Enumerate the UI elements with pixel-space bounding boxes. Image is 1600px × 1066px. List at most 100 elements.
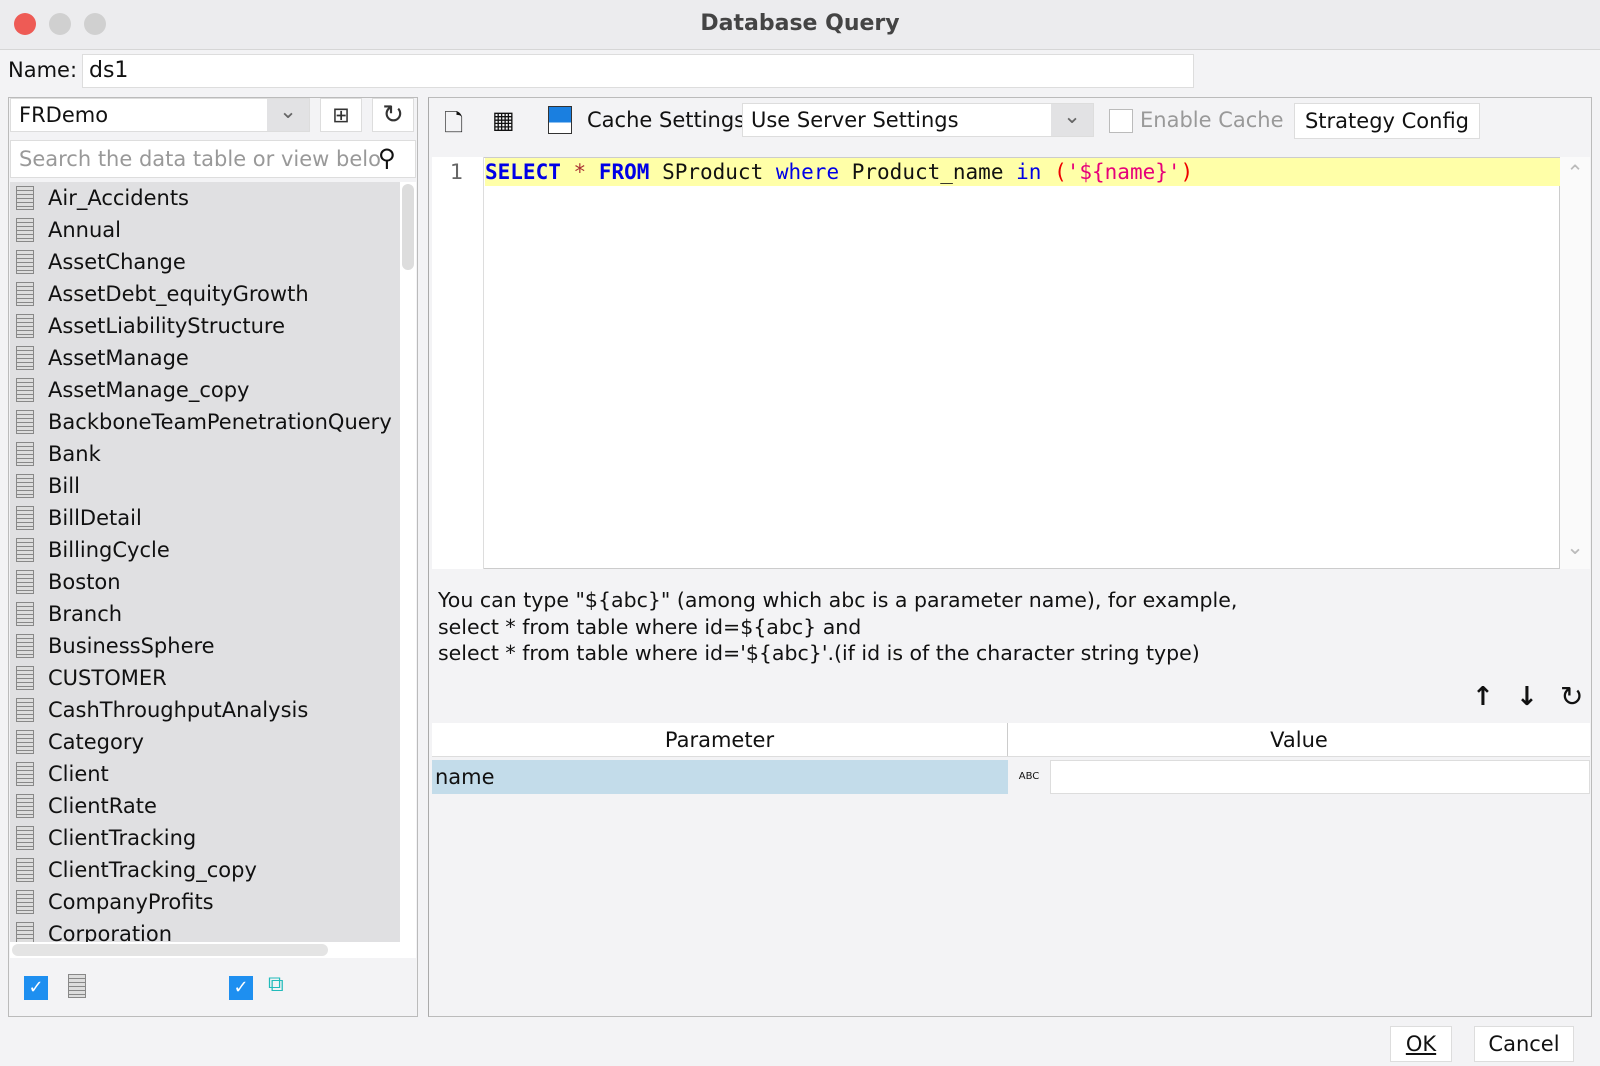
- list-item[interactable]: Air_Accidents: [10, 182, 416, 214]
- table-icon: [16, 730, 34, 754]
- refresh-params-icon[interactable]: ↻: [1560, 680, 1583, 713]
- table-icon: [16, 442, 34, 466]
- list-item[interactable]: AssetManage_copy: [10, 374, 416, 406]
- chevron-down-icon: ⌄: [267, 99, 309, 131]
- scroll-thumb[interactable]: [402, 184, 414, 270]
- params-header: Parameter Value: [432, 723, 1590, 757]
- star: *: [573, 160, 587, 184]
- table-name: Branch: [48, 602, 123, 626]
- line-number: 1: [450, 160, 464, 184]
- table-row[interactable]: name ABC: [432, 760, 1590, 794]
- table-icon: [16, 250, 34, 274]
- table-icon: [16, 890, 34, 914]
- list-item[interactable]: Annual: [10, 214, 416, 246]
- table-icon: [68, 974, 86, 998]
- table-name: AssetManage: [48, 346, 189, 370]
- sql-text[interactable]: SELECT * FROM SProduct where Product_nam…: [485, 158, 1193, 186]
- table-icon: [16, 378, 34, 402]
- strategy-config-button[interactable]: Strategy Config: [1294, 103, 1480, 139]
- table-name: BusinessSphere: [48, 634, 215, 658]
- kw-where: where: [775, 160, 840, 184]
- kw-from: FROM: [598, 160, 650, 184]
- connection-value: FRDemo: [19, 103, 109, 127]
- table-name: BillingCycle: [48, 538, 170, 562]
- list-item[interactable]: BillingCycle: [10, 534, 416, 566]
- table-name: ClientTracking_copy: [48, 858, 257, 882]
- list-item[interactable]: Category: [10, 726, 416, 758]
- vertical-scrollbar[interactable]: [400, 182, 416, 942]
- scroll-down-icon[interactable]: ⌄: [1560, 535, 1590, 559]
- list-item[interactable]: ClientTracking_copy: [10, 854, 416, 886]
- sql-editor[interactable]: [432, 157, 1560, 569]
- table-name: AssetLiabilityStructure: [48, 314, 285, 338]
- table-icon: [16, 858, 34, 882]
- connection-select[interactable]: FRDemo ⌄: [10, 98, 310, 132]
- list-item[interactable]: AssetLiabilityStructure: [10, 310, 416, 342]
- show-tables-checkbox[interactable]: ✓: [24, 976, 48, 1000]
- string-literal: '${name}': [1066, 160, 1181, 184]
- name-label: Name:: [8, 58, 78, 82]
- table-name: Client: [48, 762, 109, 786]
- table-icon: [16, 698, 34, 722]
- ok-button[interactable]: OK: [1390, 1026, 1452, 1062]
- scroll-up-icon[interactable]: ⌃: [1560, 161, 1590, 185]
- scroll-thumb-h[interactable]: [12, 944, 328, 956]
- table-icon: [16, 282, 34, 306]
- search-icon[interactable]: ⚲: [378, 144, 396, 172]
- list-item[interactable]: ClientRate: [10, 790, 416, 822]
- editor-scrollbar[interactable]: ⌃ ⌄: [1560, 157, 1590, 569]
- paren-close: ): [1180, 160, 1194, 184]
- cancel-button[interactable]: Cancel: [1474, 1026, 1574, 1062]
- list-item[interactable]: CUSTOMER: [10, 662, 416, 694]
- list-item[interactable]: AssetChange: [10, 246, 416, 278]
- cache-icon: [548, 106, 572, 134]
- preview-icon[interactable]: 🗋: [444, 106, 463, 147]
- cache-settings-label: Cache Settings: [587, 108, 746, 132]
- list-item[interactable]: BusinessSphere: [10, 630, 416, 662]
- view-icon: ⧉: [268, 972, 284, 997]
- type-selector-icon[interactable]: ABC: [1008, 760, 1050, 794]
- list-item[interactable]: CompanyProfits: [10, 886, 416, 918]
- table-name: AssetDebt_equityGrowth: [48, 282, 309, 306]
- list-item[interactable]: Client: [10, 758, 416, 790]
- table-name: BackboneTeamPenetrationQuery: [48, 410, 392, 434]
- list-item[interactable]: Bank: [10, 438, 416, 470]
- sql-icon[interactable]: ▦: [492, 106, 515, 134]
- list-item[interactable]: Corporation: [10, 918, 416, 942]
- table-name: SProduct: [662, 160, 764, 184]
- table-name: ClientRate: [48, 794, 157, 818]
- list-item[interactable]: Bill: [10, 470, 416, 502]
- table-icon: [16, 410, 34, 434]
- table-icon: [16, 826, 34, 850]
- move-up-icon[interactable]: ↑: [1472, 682, 1494, 712]
- hint-line: You can type "${abc}" (among which abc i…: [438, 588, 1238, 612]
- list-item[interactable]: AssetDebt_equityGrowth: [10, 278, 416, 310]
- list-item[interactable]: BillDetail: [10, 502, 416, 534]
- list-item[interactable]: ClientTracking: [10, 822, 416, 854]
- list-item[interactable]: CashThroughputAnalysis: [10, 694, 416, 726]
- window-title: Database Query: [700, 11, 900, 36]
- list-item[interactable]: Branch: [10, 598, 416, 630]
- refresh-icon[interactable]: ↻: [372, 98, 414, 132]
- cache-mode-select[interactable]: Use Server Settings ⌄: [742, 103, 1094, 137]
- param-value-input[interactable]: [1050, 760, 1590, 794]
- move-down-icon[interactable]: ↓: [1516, 682, 1538, 712]
- enable-cache-checkbox[interactable]: [1109, 109, 1133, 133]
- name-input[interactable]: ds1: [82, 54, 1194, 88]
- list-item[interactable]: AssetManage: [10, 342, 416, 374]
- table-name: Air_Accidents: [48, 186, 189, 210]
- table-icon: [16, 538, 34, 562]
- chevron-down-icon: ⌄: [1051, 104, 1093, 136]
- query-table-icon[interactable]: ⊞: [320, 98, 362, 132]
- line-gutter: [432, 157, 484, 569]
- table-name: AssetManage_copy: [48, 378, 250, 402]
- table-icon: [16, 922, 34, 942]
- list-item[interactable]: BackboneTeamPenetrationQuery: [10, 406, 416, 438]
- show-views-checkbox[interactable]: ✓: [229, 976, 253, 1000]
- list-item[interactable]: Boston: [10, 566, 416, 598]
- table-icon: [16, 474, 34, 498]
- table-icon: [16, 506, 34, 530]
- table-name: Bill: [48, 474, 80, 498]
- table-search-input[interactable]: Search the data table or view belo: [10, 140, 416, 178]
- table-icon: [16, 218, 34, 242]
